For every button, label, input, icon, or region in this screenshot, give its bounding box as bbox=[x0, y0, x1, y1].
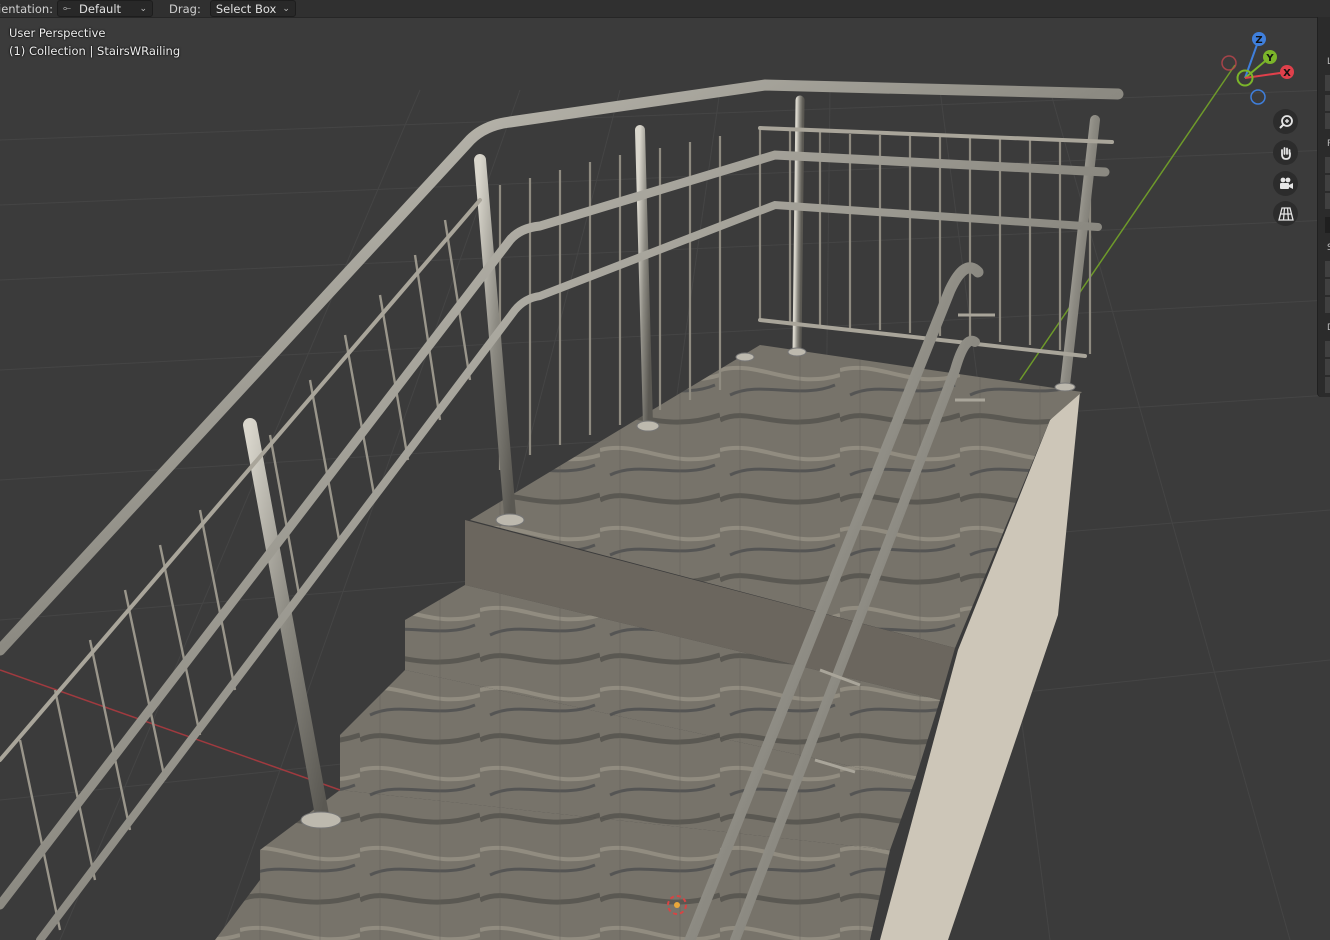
collection-info-text: (1) Collection | StairsWRailing bbox=[9, 44, 181, 58]
stairs-scene: Z Y X bbox=[0, 32, 1330, 940]
zoom-icon bbox=[1278, 114, 1293, 129]
orientation-label: ientation: bbox=[0, 1, 54, 16]
chevron-down-icon: ⌄ bbox=[139, 3, 148, 14]
gizmo-z-label: Z bbox=[1255, 35, 1262, 46]
gizmo-y-label: Y bbox=[1265, 53, 1274, 64]
chevron-down-icon: ⌄ bbox=[282, 3, 290, 14]
hand-pan-icon bbox=[1280, 146, 1291, 160]
orientation-value: Default bbox=[79, 1, 122, 16]
orientation-axes-icon: ⟜ bbox=[63, 3, 72, 14]
3d-viewport[interactable]: Z Y X ientation: ⟜ Default ⌄ Drag: Selec… bbox=[0, 0, 1330, 940]
camera-icon bbox=[1279, 177, 1293, 189]
gizmo-x-label: X bbox=[1283, 68, 1291, 79]
ortho-toggle-button[interactable] bbox=[1273, 201, 1298, 226]
sidebar-panel[interactable]: L P S D bbox=[1317, 17, 1330, 397]
drag-dropdown[interactable]: Select Box ⌄ bbox=[209, 0, 296, 17]
drag-label: Drag: bbox=[169, 1, 201, 16]
grid-ortho-icon bbox=[1277, 206, 1294, 221]
orientation-dropdown[interactable]: ⟜ Default ⌄ bbox=[57, 0, 154, 17]
viewport-header: ientation: ⟜ Default ⌄ Drag: Select Box … bbox=[0, 0, 1330, 18]
camera-view-button[interactable] bbox=[1273, 171, 1298, 196]
drag-value: Select Box bbox=[215, 1, 277, 16]
zoom-button[interactable] bbox=[1273, 109, 1298, 134]
pan-button[interactable] bbox=[1273, 140, 1298, 165]
view-name-text: User Perspective bbox=[9, 26, 106, 40]
